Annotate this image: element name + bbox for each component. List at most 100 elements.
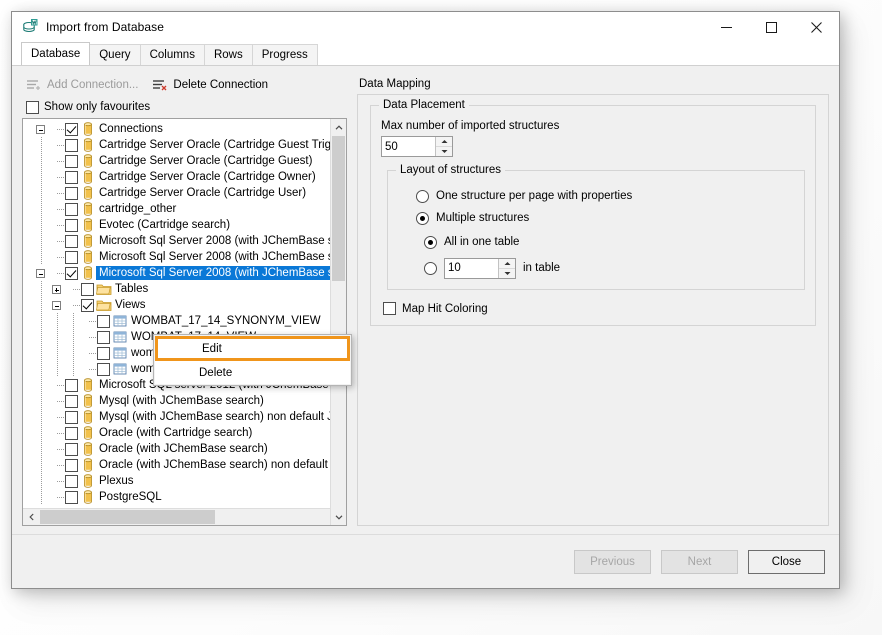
tree-checkbox[interactable] (65, 219, 78, 232)
tree-checkbox[interactable] (65, 139, 78, 152)
tree-checkbox[interactable] (65, 251, 78, 264)
close-window-button[interactable] (794, 12, 839, 42)
tree-node[interactable]: Cartridge Server Oracle (Cartridge User) (23, 185, 329, 201)
max-structures-value[interactable]: 50 (382, 137, 435, 156)
tree-vscroll-thumb[interactable] (332, 136, 345, 281)
delete-connection-button[interactable]: Delete Connection (152, 77, 268, 93)
tree-node[interactable]: Cartridge Server Oracle (Cartridge Guest… (23, 137, 329, 153)
n-in-table-increment[interactable] (499, 259, 515, 269)
tree-node[interactable]: Mysql (with JChemBase search) (23, 393, 329, 409)
scroll-up-arrow[interactable] (331, 119, 346, 136)
delete-connection-label: Delete Connection (173, 79, 268, 91)
tree-checkbox[interactable] (97, 347, 110, 360)
tree-node[interactable]: Cartridge Server Oracle (Cartridge Guest… (23, 153, 329, 169)
maximize-button[interactable] (749, 12, 794, 42)
tree-horizontal-scrollbar[interactable] (23, 508, 346, 525)
map-hit-coloring-checkbox[interactable] (383, 302, 396, 315)
tree-node[interactable]: cartridge_other (23, 201, 329, 217)
tree-checkbox[interactable] (65, 491, 78, 504)
tree-node[interactable]: Cartridge Server Oracle (Cartridge Owner… (23, 169, 329, 185)
tab-query[interactable]: Query (89, 44, 140, 65)
tree-checkbox[interactable] (65, 443, 78, 456)
tree-node[interactable]: Tables (23, 281, 329, 297)
tree-checkbox[interactable] (65, 411, 78, 424)
tree-vertical-scrollbar[interactable] (330, 119, 346, 525)
tab-rows[interactable]: Rows (204, 44, 253, 65)
next-button[interactable]: Next (661, 550, 738, 574)
tab-database[interactable]: Database (21, 42, 90, 65)
radio-multiple-structures[interactable]: Multiple structures (398, 207, 794, 229)
tree-checkbox[interactable] (65, 475, 78, 488)
max-structures-stepper[interactable]: 50 (381, 136, 453, 157)
tree-node[interactable]: Oracle (with Cartridge search) (23, 425, 329, 441)
tree-checkbox[interactable] (65, 187, 78, 200)
one-structure-per-page-label: One structure per page with properties (436, 190, 632, 202)
tree-node-connections[interactable]: Connections (23, 121, 329, 137)
multiple-structures-radio[interactable] (416, 212, 429, 225)
tree-expander-n9[interactable] (49, 281, 65, 297)
tree-checkbox[interactable] (65, 171, 78, 184)
max-structures-increment[interactable] (436, 137, 452, 147)
radio-n-in-table[interactable]: 10 (398, 257, 794, 279)
tree-checkbox[interactable] (97, 363, 110, 376)
tree-checkbox[interactable] (65, 427, 78, 440)
tree-checkbox[interactable] (65, 203, 78, 216)
scroll-down-arrow[interactable] (331, 508, 346, 525)
tree-label: Oracle (with JChemBase search) non defau… (96, 458, 340, 472)
n-in-table-radio[interactable] (424, 262, 437, 275)
tree-checkbox[interactable] (81, 283, 94, 296)
tree-hscroll-track[interactable] (40, 509, 329, 525)
tree-node[interactable]: Evotec (Cartridge search) (23, 217, 329, 233)
context-menu-item-edit[interactable]: Edit (155, 336, 350, 361)
scroll-left-arrow[interactable] (23, 509, 40, 525)
max-structures-arrows (435, 137, 452, 156)
tree-node[interactable]: WOMBAT_17_14_SYNONYM_VIEW (23, 313, 329, 329)
tree-vscroll-track[interactable] (331, 136, 346, 508)
tree-node[interactable]: Mysql (with JChemBase search) non defaul… (23, 409, 329, 425)
max-structures-decrement[interactable] (436, 147, 452, 156)
n-in-table-value[interactable]: 10 (445, 259, 498, 278)
tree-node[interactable]: PostgreSQL (23, 489, 329, 505)
connections-tree[interactable]: ConnectionsCartridge Server Oracle (Cart… (22, 118, 347, 526)
map-hit-coloring-row[interactable]: Map Hit Coloring (383, 302, 805, 315)
context-menu-item-delete[interactable]: Delete (155, 361, 350, 384)
previous-button[interactable]: Previous (574, 550, 651, 574)
tree-checkbox[interactable] (81, 299, 94, 312)
radio-all-in-one-table[interactable]: All in one table (398, 231, 794, 253)
tab-database-label: Database (31, 48, 80, 60)
tree-checkbox[interactable] (65, 155, 78, 168)
tree-checkbox-connections[interactable] (65, 123, 78, 136)
show-only-favourites-row[interactable]: Show only favourites (22, 96, 347, 118)
all-in-one-table-radio[interactable] (424, 236, 437, 249)
tab-progress[interactable]: Progress (252, 44, 318, 65)
tree-checkbox[interactable] (65, 459, 78, 472)
minimize-button[interactable] (704, 12, 749, 42)
tree-checkbox[interactable] (65, 267, 78, 280)
tree-expander-n10[interactable] (49, 297, 65, 313)
tree-checkbox[interactable] (97, 331, 110, 344)
close-button[interactable]: Close (748, 550, 825, 574)
tree-checkbox[interactable] (97, 315, 110, 328)
tree-node[interactable]: Plexus (23, 473, 329, 489)
tree-expander-root[interactable] (33, 121, 49, 137)
tree-node[interactable]: Oracle (with JChemBase search) (23, 441, 329, 457)
tree-checkbox[interactable] (65, 235, 78, 248)
tree-node[interactable]: Microsoft Sql Server 2008 (with JChemBas… (23, 233, 329, 249)
n-in-table-decrement[interactable] (499, 269, 515, 278)
n-in-table-stepper[interactable]: 10 (444, 258, 516, 279)
tab-columns[interactable]: Columns (140, 44, 205, 65)
add-connection-button[interactable]: Add Connection... (26, 77, 138, 93)
tree-checkbox[interactable] (65, 379, 78, 392)
table-icon (112, 313, 128, 329)
show-only-favourites-checkbox[interactable] (26, 101, 39, 114)
tree-expander-n8[interactable] (33, 265, 49, 281)
window-controls (704, 12, 839, 42)
tree-node[interactable]: Views (23, 297, 329, 313)
tree-node[interactable]: Microsoft Sql Server 2008 (with JChemBas… (23, 265, 329, 281)
tree-node[interactable]: Microsoft Sql Server 2008 (with JChemBas… (23, 249, 329, 265)
tree-hscroll-thumb[interactable] (40, 510, 215, 524)
tree-checkbox[interactable] (65, 395, 78, 408)
radio-one-structure-per-page[interactable]: One structure per page with properties (398, 185, 794, 207)
tree-node[interactable]: Oracle (with JChemBase search) non defau… (23, 457, 329, 473)
one-structure-per-page-radio[interactable] (416, 190, 429, 203)
